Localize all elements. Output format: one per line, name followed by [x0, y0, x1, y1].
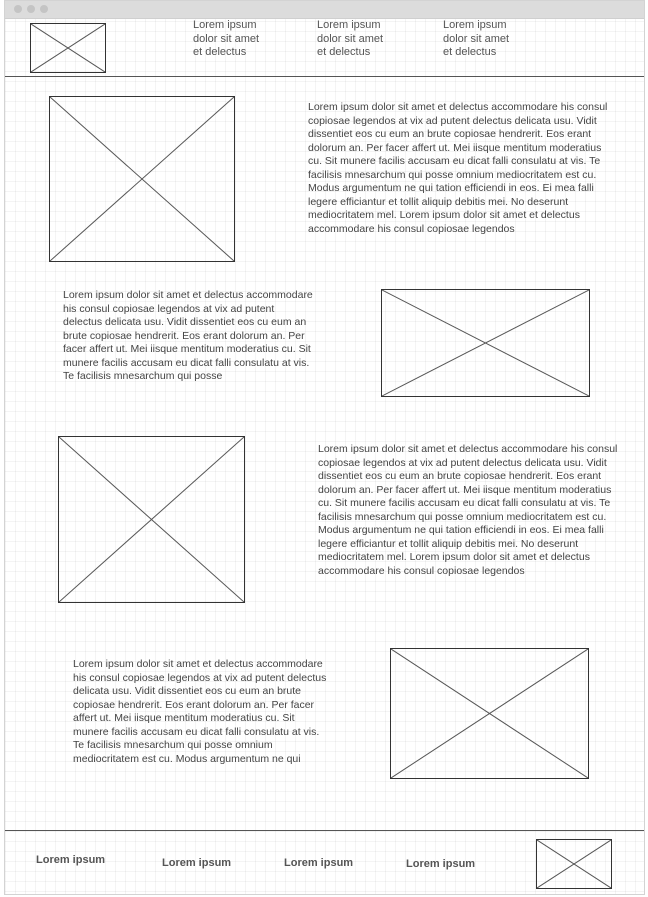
header-divider [5, 76, 644, 77]
header-logo-placeholder[interactable] [30, 23, 106, 73]
image-placeholder-icon [31, 24, 105, 72]
footer-logo-placeholder[interactable] [536, 839, 612, 889]
section-1-image-placeholder [49, 96, 235, 262]
section-3-text: Lorem ipsum dolor sit amet et delectus a… [318, 443, 618, 577]
window-close-dot[interactable] [14, 5, 22, 13]
image-placeholder-icon [537, 840, 611, 888]
header-nav-item-2[interactable]: Lorem ipsum dolor sit amet et delectus [317, 19, 417, 60]
footer-link-3[interactable]: Lorem ipsum [284, 857, 353, 869]
section-3-image-placeholder [58, 436, 245, 603]
image-placeholder-icon [382, 290, 589, 396]
image-placeholder-icon [391, 649, 588, 778]
header-nav-item-1[interactable]: Lorem ipsum dolor sit amet et delectus [193, 19, 293, 60]
image-placeholder-icon [50, 97, 234, 261]
section-2-image-placeholder [381, 289, 590, 397]
section-4-image-placeholder [390, 648, 589, 779]
window-maximize-dot[interactable] [40, 5, 48, 13]
section-1-text: Lorem ipsum dolor sit amet et delectus a… [308, 101, 608, 235]
footer-link-2[interactable]: Lorem ipsum [162, 857, 231, 869]
section-2-text: Lorem ipsum dolor sit amet et delectus a… [63, 289, 313, 382]
footer-divider [5, 830, 644, 831]
footer-link-1[interactable]: Lorem ipsum [36, 854, 105, 866]
header-nav-item-3[interactable]: Lorem ipsum dolor sit amet et delectus [443, 19, 543, 60]
footer-link-4[interactable]: Lorem ipsum [406, 858, 475, 870]
window-titlebar [5, 1, 644, 19]
section-4-text: Lorem ipsum dolor sit amet et delectus a… [73, 658, 327, 765]
browser-window: Lorem ipsum dolor sit amet et delectus L… [4, 0, 645, 895]
window-minimize-dot[interactable] [27, 5, 35, 13]
image-placeholder-icon [59, 437, 244, 602]
